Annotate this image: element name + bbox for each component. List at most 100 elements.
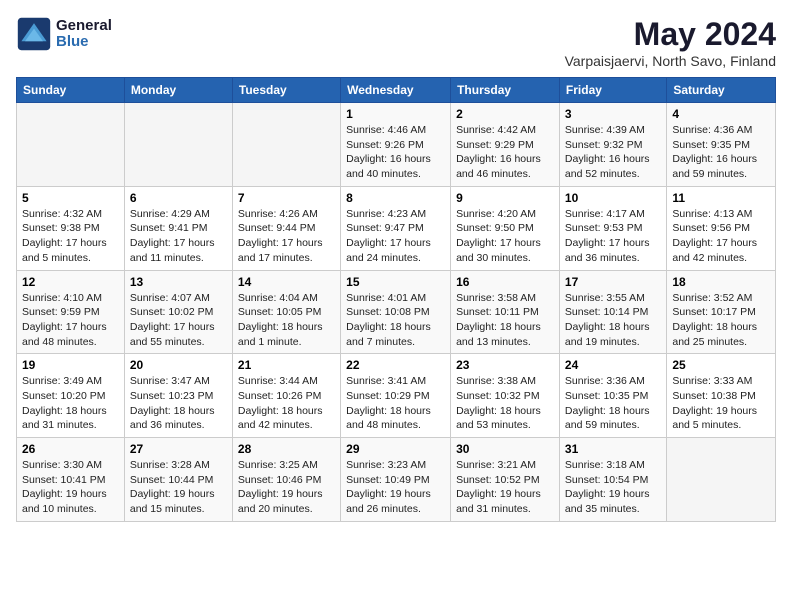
calendar-cell: 27Sunrise: 3:28 AMSunset: 10:44 PMDaylig…	[124, 438, 232, 522]
calendar-cell: 7 Sunrise: 4:26 AMSunset: 9:44 PMDaylight…	[232, 186, 340, 270]
day-number: 13	[130, 275, 227, 289]
day-number: 25	[672, 358, 770, 372]
calendar-cell: 30 Sunrise: 3:21 AMSunset: 10:52 PMDaylig…	[451, 438, 560, 522]
calendar-cell	[667, 438, 776, 522]
day-info: Sunrise: 4:01 AMSunset: 10:08 PMDaylight…	[346, 291, 445, 350]
day-info: Sunrise: 3:30 AMSunset: 10:41 PMDaylight…	[22, 458, 119, 517]
day-info: Sunrise: 4:26 AMSunset: 9:44 PMDaylight:…	[238, 207, 335, 266]
calendar-cell: 9 Sunrise: 4:20 AMSunset: 9:50 PMDaylight…	[451, 186, 560, 270]
calendar-cell: 25Sunrise: 3:33 AMSunset: 10:38 PMDaylig…	[667, 354, 776, 438]
day-info: Sunrise: 4:07 AMSunset: 10:02 PMDaylight…	[130, 291, 227, 350]
day-info: Sunrise: 3:41 AMSunset: 10:29 PMDaylight…	[346, 374, 445, 433]
calendar-cell: 5 Sunrise: 4:32 AMSunset: 9:38 PMDaylight…	[17, 186, 125, 270]
day-number: 6	[130, 191, 227, 205]
day-info: Sunrise: 4:46 AMSunset: 9:26 PMDaylight:…	[346, 123, 445, 182]
week-row-5: 26 Sunrise: 3:30 AMSunset: 10:41 PMDaylig…	[17, 438, 776, 522]
day-info: Sunrise: 3:28 AMSunset: 10:44 PMDaylight…	[130, 458, 227, 517]
day-info: Sunrise: 3:49 AMSunset: 10:20 PMDaylight…	[22, 374, 119, 433]
week-row-1: 1 Sunrise: 4:46 AMSunset: 9:26 PMDaylight…	[17, 103, 776, 187]
day-number: 30	[456, 442, 554, 456]
day-number: 11	[672, 191, 770, 205]
day-info: Sunrise: 4:10 AMSunset: 9:59 PMDaylight:…	[22, 291, 119, 350]
day-number: 7	[238, 191, 335, 205]
calendar-cell: 4Sunrise: 4:36 AMSunset: 9:35 PMDaylight…	[667, 103, 776, 187]
day-number: 26	[22, 442, 119, 456]
calendar-cell: 14 Sunrise: 4:04 AMSunset: 10:05 PMDaylig…	[232, 270, 340, 354]
calendar-cell: 8Sunrise: 4:23 AMSunset: 9:47 PMDaylight…	[341, 186, 451, 270]
day-number: 29	[346, 442, 445, 456]
day-info: Sunrise: 4:36 AMSunset: 9:35 PMDaylight:…	[672, 123, 770, 182]
day-info: Sunrise: 3:44 AMSunset: 10:26 PMDaylight…	[238, 374, 335, 433]
day-info: Sunrise: 4:13 AMSunset: 9:56 PMDaylight:…	[672, 207, 770, 266]
calendar-cell: 19 Sunrise: 3:49 AMSunset: 10:20 PMDaylig…	[17, 354, 125, 438]
header-saturday: Saturday	[667, 78, 776, 103]
calendar-cell: 6 Sunrise: 4:29 AMSunset: 9:41 PMDaylight…	[124, 186, 232, 270]
day-number: 31	[565, 442, 661, 456]
calendar-cell: 22 Sunrise: 3:41 AMSunset: 10:29 PMDaylig…	[341, 354, 451, 438]
day-number: 14	[238, 275, 335, 289]
page-header: General Blue May 2024 Varpaisjaervi, Nor…	[16, 16, 776, 69]
day-number: 20	[130, 358, 227, 372]
day-number: 28	[238, 442, 335, 456]
calendar-cell: 17 Sunrise: 3:55 AMSunset: 10:14 PMDaylig…	[559, 270, 666, 354]
week-row-2: 5 Sunrise: 4:32 AMSunset: 9:38 PMDaylight…	[17, 186, 776, 270]
header-tuesday: Tuesday	[232, 78, 340, 103]
day-info: Sunrise: 3:38 AMSunset: 10:32 PMDaylight…	[456, 374, 554, 433]
day-number: 17	[565, 275, 661, 289]
day-number: 18	[672, 275, 770, 289]
day-number: 9	[456, 191, 554, 205]
day-info: Sunrise: 4:04 AMSunset: 10:05 PMDaylight…	[238, 291, 335, 350]
day-info: Sunrise: 3:36 AMSunset: 10:35 PMDaylight…	[565, 374, 661, 433]
day-number: 12	[22, 275, 119, 289]
calendar-cell: 21Sunrise: 3:44 AMSunset: 10:26 PMDaylig…	[232, 354, 340, 438]
day-number: 22	[346, 358, 445, 372]
calendar-body: 1 Sunrise: 4:46 AMSunset: 9:26 PMDaylight…	[17, 103, 776, 522]
day-info: Sunrise: 3:21 AMSunset: 10:52 PMDaylight…	[456, 458, 554, 517]
day-info: Sunrise: 3:47 AMSunset: 10:23 PMDaylight…	[130, 374, 227, 433]
header-monday: Monday	[124, 78, 232, 103]
calendar-cell: 20 Sunrise: 3:47 AMSunset: 10:23 PMDaylig…	[124, 354, 232, 438]
day-info: Sunrise: 4:29 AMSunset: 9:41 PMDaylight:…	[130, 207, 227, 266]
day-number: 2	[456, 107, 554, 121]
day-number: 24	[565, 358, 661, 372]
day-info: Sunrise: 4:23 AMSunset: 9:47 PMDaylight:…	[346, 207, 445, 266]
header-thursday: Thursday	[451, 78, 560, 103]
day-info: Sunrise: 4:42 AMSunset: 9:29 PMDaylight:…	[456, 123, 554, 182]
calendar-cell	[232, 103, 340, 187]
day-info: Sunrise: 3:52 AMSunset: 10:17 PMDaylight…	[672, 291, 770, 350]
header-friday: Friday	[559, 78, 666, 103]
day-number: 5	[22, 191, 119, 205]
calendar-table: SundayMondayTuesdayWednesdayThursdayFrid…	[16, 77, 776, 522]
header-sunday: Sunday	[17, 78, 125, 103]
calendar-cell	[17, 103, 125, 187]
calendar-cell	[124, 103, 232, 187]
day-info: Sunrise: 3:55 AMSunset: 10:14 PMDaylight…	[565, 291, 661, 350]
day-number: 1	[346, 107, 445, 121]
calendar-header-row: SundayMondayTuesdayWednesdayThursdayFrid…	[17, 78, 776, 103]
day-number: 3	[565, 107, 661, 121]
day-number: 23	[456, 358, 554, 372]
calendar-cell: 1 Sunrise: 4:46 AMSunset: 9:26 PMDaylight…	[341, 103, 451, 187]
day-info: Sunrise: 3:58 AMSunset: 10:11 PMDaylight…	[456, 291, 554, 350]
logo-line2: Blue	[56, 34, 112, 51]
calendar-cell: 12 Sunrise: 4:10 AMSunset: 9:59 PMDayligh…	[17, 270, 125, 354]
calendar-cell: 15 Sunrise: 4:01 AMSunset: 10:08 PMDaylig…	[341, 270, 451, 354]
week-row-3: 12 Sunrise: 4:10 AMSunset: 9:59 PMDayligh…	[17, 270, 776, 354]
month-title: May 2024	[565, 16, 776, 53]
calendar-cell: 16Sunrise: 3:58 AMSunset: 10:11 PMDaylig…	[451, 270, 560, 354]
day-info: Sunrise: 3:18 AMSunset: 10:54 PMDaylight…	[565, 458, 661, 517]
calendar-cell: 23 Sunrise: 3:38 AMSunset: 10:32 PMDaylig…	[451, 354, 560, 438]
calendar-cell: 26 Sunrise: 3:30 AMSunset: 10:41 PMDaylig…	[17, 438, 125, 522]
day-info: Sunrise: 4:32 AMSunset: 9:38 PMDaylight:…	[22, 207, 119, 266]
day-number: 15	[346, 275, 445, 289]
calendar-cell: 28Sunrise: 3:25 AMSunset: 10:46 PMDaylig…	[232, 438, 340, 522]
day-info: Sunrise: 4:20 AMSunset: 9:50 PMDaylight:…	[456, 207, 554, 266]
logo-line1: General	[56, 18, 112, 35]
day-info: Sunrise: 4:39 AMSunset: 9:32 PMDaylight:…	[565, 123, 661, 182]
calendar-cell: 18 Sunrise: 3:52 AMSunset: 10:17 PMDaylig…	[667, 270, 776, 354]
title-block: May 2024 Varpaisjaervi, North Savo, Finl…	[565, 16, 776, 69]
day-info: Sunrise: 4:17 AMSunset: 9:53 PMDaylight:…	[565, 207, 661, 266]
logo: General Blue	[16, 16, 112, 52]
day-number: 19	[22, 358, 119, 372]
calendar-cell: 29Sunrise: 3:23 AMSunset: 10:49 PMDaylig…	[341, 438, 451, 522]
